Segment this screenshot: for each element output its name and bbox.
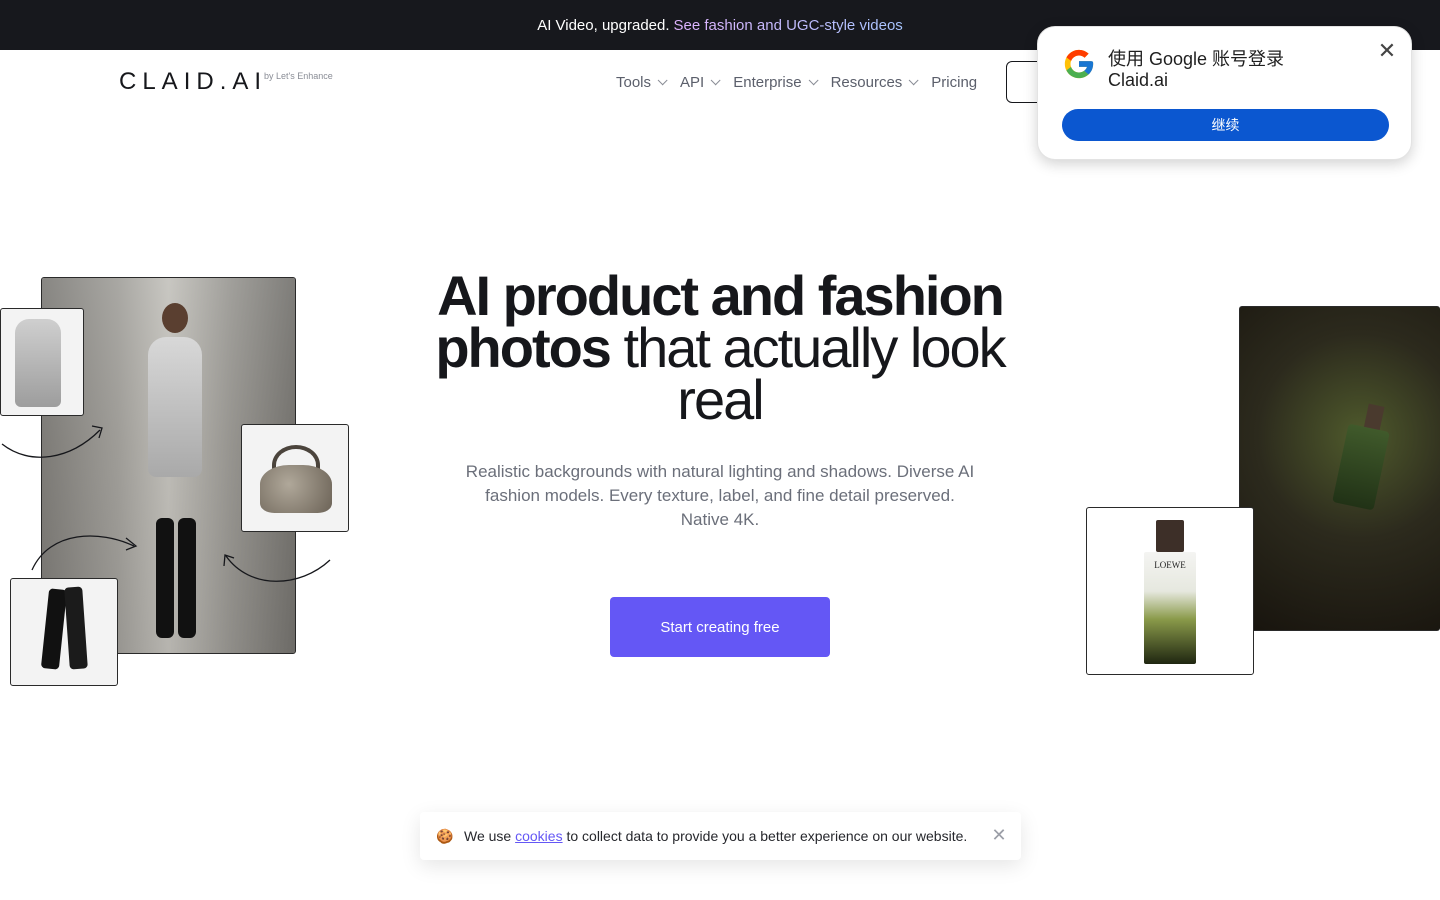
nav-menu: Tools API Enterprise Resources Pricing [616, 74, 977, 91]
nav-item-label: API [680, 74, 705, 91]
google-signin-popup: 使用 Google 账号登录 Claid.ai ✕ 继续 [1037, 26, 1412, 160]
nav-item-tools[interactable]: Tools [616, 74, 668, 91]
nav-item-label: Resources [830, 74, 903, 91]
bottle-cap [1156, 520, 1184, 552]
nav-item-label: Pricing [931, 74, 978, 91]
logo[interactable]: CLAID.AI [119, 68, 267, 96]
close-icon[interactable]: ✕ [990, 826, 1008, 844]
bottle-shape [1332, 423, 1390, 511]
hero-title: AI product and fashion photos that actua… [420, 268, 1020, 428]
google-popup-title: 使用 Google 账号登录 [1108, 49, 1285, 69]
perfume-forest-photo [1239, 306, 1440, 631]
nav-item-label: Enterprise [733, 74, 802, 91]
start-creating-button[interactable]: Start creating free [610, 597, 830, 657]
cookie-icon: 🍪 [436, 827, 454, 844]
hero-title-light: that actually look real [623, 316, 1007, 431]
announcement-text: AI Video, upgraded. [537, 16, 670, 34]
nav-item-pricing[interactable]: Pricing [931, 74, 977, 91]
chevron-down-icon [908, 75, 919, 86]
arrows-decoration [1, 425, 331, 582]
chevron-down-icon [710, 75, 721, 86]
nav-item-enterprise[interactable]: Enterprise [733, 74, 819, 91]
google-continue-button[interactable]: 继续 [1062, 109, 1389, 141]
nav-item-label: Tools [616, 74, 652, 91]
dress-shape [15, 319, 61, 407]
perfume-product-photo: LOEWE [1086, 507, 1254, 675]
hero-section: AI product and fashion photos that actua… [420, 268, 1020, 532]
arrow-path [1, 429, 101, 458]
hero-description: Realistic backgrounds with natural light… [465, 462, 975, 529]
announcement-link[interactable]: See fashion and UGC-style videos [674, 17, 903, 34]
chevron-down-icon [808, 75, 819, 86]
close-icon[interactable]: ✕ [1375, 39, 1399, 63]
logo-subtitle: by Let's Enhance [264, 71, 333, 81]
chevron-down-icon [657, 75, 668, 86]
cookies-link[interactable]: cookies [515, 828, 562, 844]
arrow-path [31, 535, 135, 571]
model-head [162, 303, 188, 333]
nav-item-api[interactable]: API [680, 74, 721, 91]
google-popup-site: Claid.ai [1108, 70, 1169, 90]
boot-shape [40, 588, 68, 670]
cookie-text: We use cookies to collect data to provid… [464, 828, 967, 844]
cookie-suffix: to collect data to provide you a better … [566, 828, 968, 844]
arrow-path [225, 555, 331, 582]
cookie-banner: 🍪 We use cookies to collect data to prov… [420, 812, 1021, 860]
nav-item-resources[interactable]: Resources [830, 74, 919, 91]
cookie-prefix: We use [464, 828, 512, 844]
perfume-brand-label: LOEWE [1154, 560, 1186, 570]
google-logo-icon [1064, 49, 1094, 79]
